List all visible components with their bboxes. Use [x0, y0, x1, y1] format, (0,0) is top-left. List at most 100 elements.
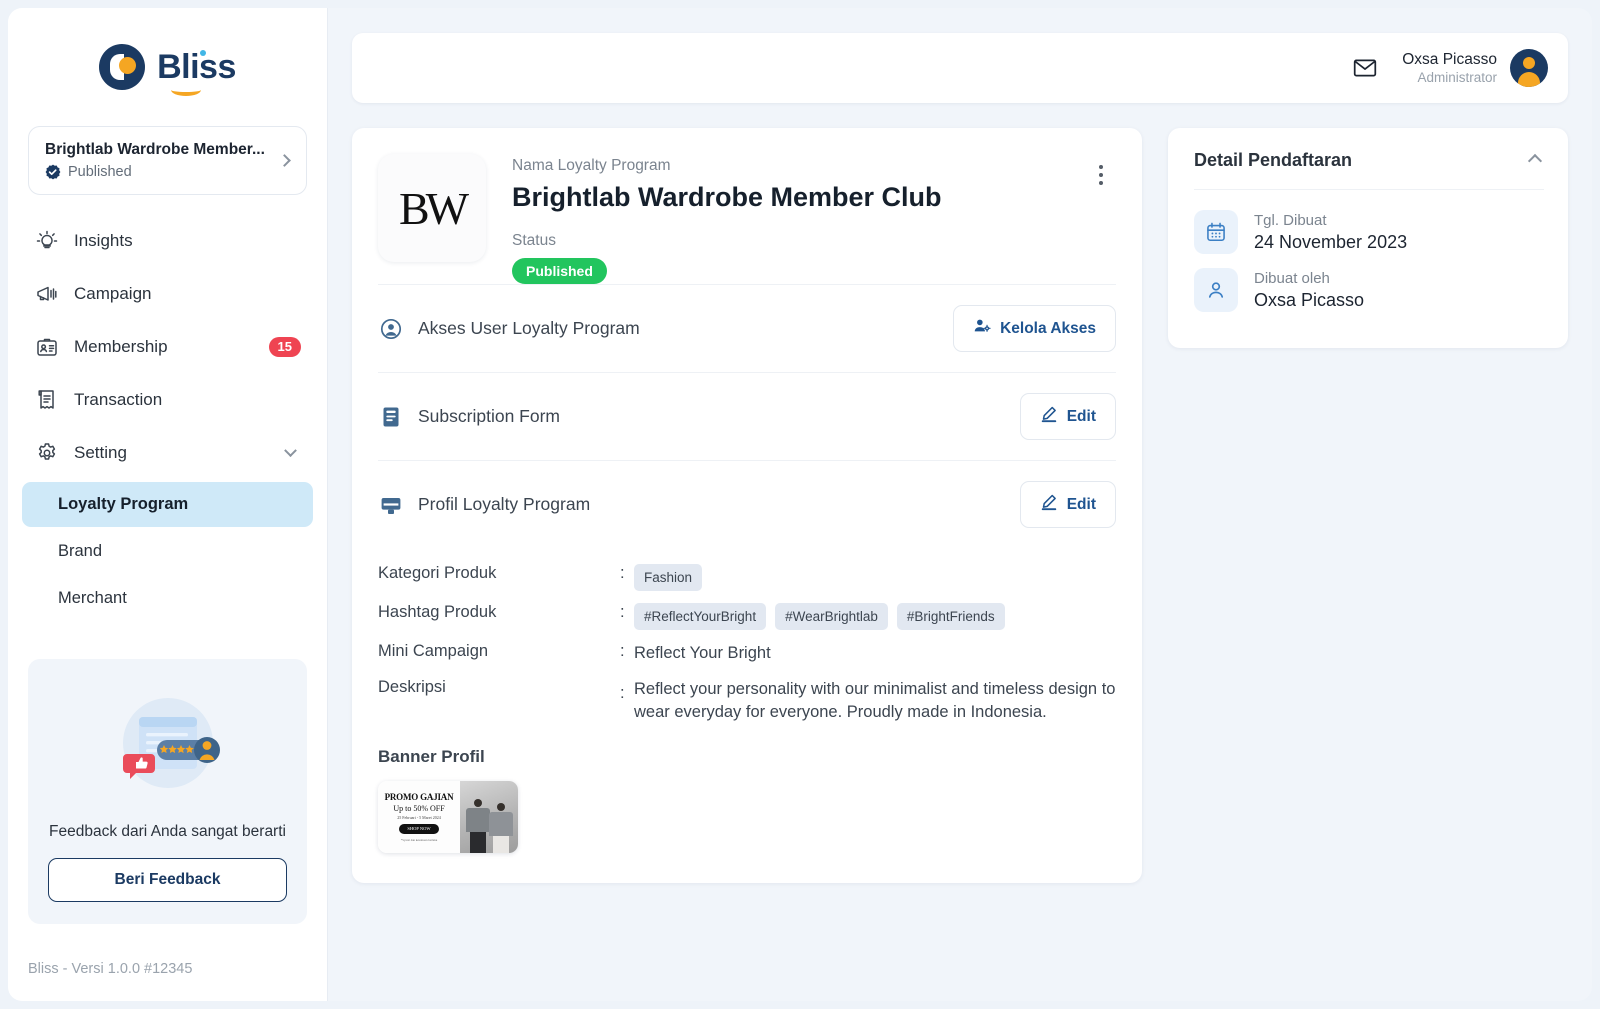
- sidebar-item-campaign[interactable]: Campaign: [22, 270, 313, 318]
- top-bar: Oxsa Picasso Administrator: [352, 33, 1568, 103]
- detail-separator: :: [620, 564, 625, 582]
- program-logo: BW: [378, 154, 486, 262]
- section-row-subscription-form: Subscription Form Edit: [378, 372, 1116, 460]
- sidebar-item-insights[interactable]: Insights: [22, 217, 313, 265]
- user-name: Oxsa Picasso: [1402, 50, 1497, 68]
- chip: Fashion: [634, 564, 703, 592]
- membership-count-badge: 15: [268, 336, 301, 358]
- sidebar-item-label: Transaction: [74, 390, 163, 409]
- chevron-right-icon[interactable]: [278, 154, 291, 167]
- kategori-chip-list: Fashion: [634, 564, 1116, 592]
- sidebar: Bliss Brightlab Wardrobe Member... Publi…: [8, 8, 328, 1001]
- gear-icon: [34, 440, 60, 466]
- main-area: Oxsa Picasso Administrator BW Nama Loyal…: [328, 8, 1592, 1001]
- sidebar-item-label: Membership: [74, 337, 168, 356]
- chevron-down-icon[interactable]: [284, 443, 297, 457]
- bliss-logo-icon: [99, 44, 146, 90]
- more-vertical-icon[interactable]: [1088, 160, 1114, 190]
- sidebar-item-brand[interactable]: Brand: [22, 529, 313, 574]
- brand-name-text: Bliss: [157, 47, 236, 86]
- sidebar-item-label: Campaign: [74, 284, 152, 303]
- manage-users-icon: [973, 317, 991, 340]
- sidebar-item-setting[interactable]: Setting: [22, 429, 313, 477]
- section-title: Akses User Loyalty Program: [418, 318, 640, 338]
- section-row-akses-user: Akses User Loyalty Program Kelola Akses: [378, 284, 1116, 372]
- section-title: Profil Loyalty Program: [418, 494, 591, 514]
- active-program-status: Published: [68, 164, 132, 180]
- edit-label: Edit: [1066, 495, 1096, 513]
- sidebar-item-merchant[interactable]: Merchant: [22, 576, 313, 621]
- detail-key: Kategori Produk: [378, 564, 497, 582]
- edit-label: Edit: [1066, 407, 1096, 425]
- detail-key: Tgl. Dibuat: [1254, 211, 1327, 229]
- sidebar-nav: Insights Campaign Membership 15 Transact…: [8, 217, 327, 623]
- banner-thumbnail[interactable]: PROMO GAJIAN Up to 50% OFF 25 Februari -…: [378, 780, 518, 853]
- banner-note: *Syarat dan ketentuan berlaku: [400, 837, 438, 842]
- detail-separator: :: [620, 603, 625, 622]
- verified-badge-icon: [45, 164, 61, 180]
- chip: #WearBrightlab: [775, 603, 888, 631]
- megaphone-icon: [34, 281, 60, 307]
- status-badge: Published: [512, 258, 607, 284]
- banner-shop-now-label: SHOP NOW: [399, 823, 439, 834]
- detail-row-deskripsi: Deskripsi : Reflect your personality wit…: [378, 678, 1116, 725]
- user-role: Administrator: [1417, 69, 1497, 85]
- banner-profil-section: Banner Profil PROMO GAJIAN Up to 50% OFF…: [378, 747, 1116, 853]
- detail-value: Reflect Your Bright: [634, 644, 771, 663]
- feedback-card: Feedback dari Anda sangat berarti Beri F…: [28, 659, 307, 925]
- calendar-icon: [1194, 210, 1238, 254]
- detail-row-tgl-dibuat: Tgl. Dibuat 24 November 2023: [1194, 210, 1544, 254]
- app-version: Bliss - Versi 1.0.0 #12345: [28, 961, 193, 977]
- detail-row-mini-campaign: Mini Campaign : Reflect Your Bright: [378, 642, 1116, 665]
- detail-key: Mini Campaign: [378, 642, 489, 661]
- user-menu[interactable]: Oxsa Picasso Administrator: [1402, 49, 1548, 87]
- beri-feedback-button[interactable]: Beri Feedback: [48, 858, 287, 903]
- app-shell: Bliss Brightlab Wardrobe Member... Publi…: [8, 8, 1592, 1001]
- profile-details: Kategori Produk : Fashion Hashtag Produk…: [378, 548, 1116, 725]
- brand-dot-icon: [199, 49, 206, 56]
- active-program-card[interactable]: Brightlab Wardrobe Member... Published: [28, 126, 307, 195]
- kelola-akses-button[interactable]: Kelola Akses: [953, 305, 1116, 352]
- banner-subhead: Up to 50% OFF: [393, 803, 445, 813]
- avatar[interactable]: [1510, 49, 1548, 87]
- banner-photo: [460, 780, 518, 853]
- detail-key: Dibuat oleh: [1254, 269, 1330, 287]
- lightbulb-icon: [34, 228, 60, 254]
- banner-profil-title: Banner Profil: [378, 746, 485, 766]
- detail-key: Deskripsi: [378, 677, 446, 696]
- brand-logo: Bliss: [8, 8, 327, 126]
- loyalty-program-card: BW Nama Loyalty Program Brightlab Wardro…: [352, 128, 1142, 883]
- mail-icon[interactable]: [1350, 53, 1380, 83]
- program-header: BW Nama Loyalty Program Brightlab Wardro…: [378, 154, 1116, 284]
- banner-text-side: PROMO GAJIAN Up to 50% OFF 25 Februari -…: [378, 780, 460, 853]
- sidebar-item-loyalty-program[interactable]: Loyalty Program: [22, 482, 313, 527]
- section-row-profil-loyalty-program: Profil Loyalty Program Edit: [378, 460, 1116, 548]
- pencil-icon: [1040, 405, 1058, 428]
- person-icon: [1194, 268, 1238, 312]
- program-status-label: Status: [512, 232, 556, 249]
- id-card-icon: [34, 334, 60, 360]
- detail-pendaftaran-card: Detail Pendaftaran Tgl. Dibuat 24 Novemb…: [1168, 128, 1568, 348]
- chevron-up-icon[interactable]: [1527, 153, 1543, 168]
- edit-profil-loyalty-button[interactable]: Edit: [1019, 481, 1116, 528]
- detail-pendaftaran-body: Tgl. Dibuat 24 November 2023 Dibuat oleh…: [1194, 189, 1544, 312]
- feedback-illustration-icon: [103, 683, 233, 813]
- content-columns: BW Nama Loyalty Program Brightlab Wardro…: [352, 128, 1568, 883]
- sidebar-item-membership[interactable]: Membership 15: [22, 323, 313, 371]
- detail-row-dibuat-oleh: Dibuat oleh Oxsa Picasso: [1194, 268, 1544, 312]
- detail-value: Reflect your personality with our minima…: [634, 679, 1116, 722]
- banner-dates: 25 Februari - 5 Maret 2024: [397, 814, 441, 820]
- feedback-title: Feedback dari Anda sangat berarti: [49, 823, 286, 840]
- edit-subscription-form-button[interactable]: Edit: [1019, 393, 1116, 440]
- form-document-icon: [378, 404, 404, 430]
- detail-pendaftaran-header[interactable]: Detail Pendaftaran: [1194, 150, 1544, 189]
- detail-value: Oxsa Picasso: [1254, 290, 1365, 311]
- active-program-name: Brightlab Wardrobe Member...: [45, 141, 265, 158]
- sidebar-item-label: Insights: [74, 231, 133, 250]
- sidebar-item-transaction[interactable]: Transaction: [22, 376, 313, 424]
- detail-pendaftaran-title: Detail Pendaftaran: [1194, 150, 1353, 170]
- detail-separator: :: [620, 642, 625, 661]
- section-title: Subscription Form: [418, 406, 560, 426]
- banner-model-right: [489, 802, 513, 853]
- app-root: Bliss Brightlab Wardrobe Member... Publi…: [0, 0, 1600, 1009]
